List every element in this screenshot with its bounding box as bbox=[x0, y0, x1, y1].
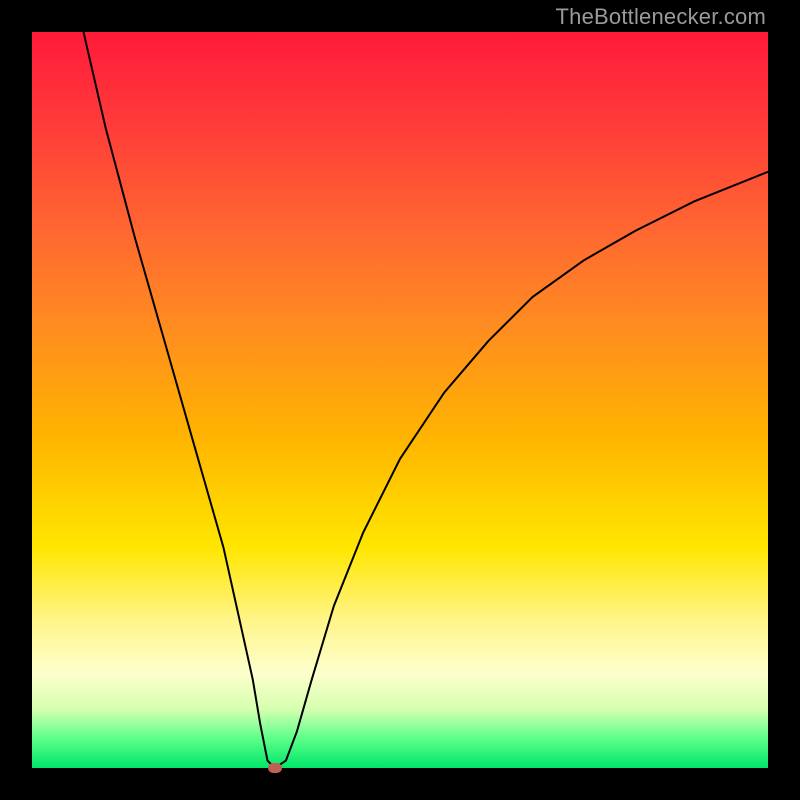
curve-svg bbox=[32, 32, 768, 768]
plot-area bbox=[32, 32, 768, 768]
attribution-label: TheBottlenecker.com bbox=[556, 4, 766, 30]
bottleneck-curve bbox=[84, 32, 769, 768]
optimum-marker bbox=[268, 763, 282, 773]
chart-frame: TheBottlenecker.com bbox=[0, 0, 800, 800]
